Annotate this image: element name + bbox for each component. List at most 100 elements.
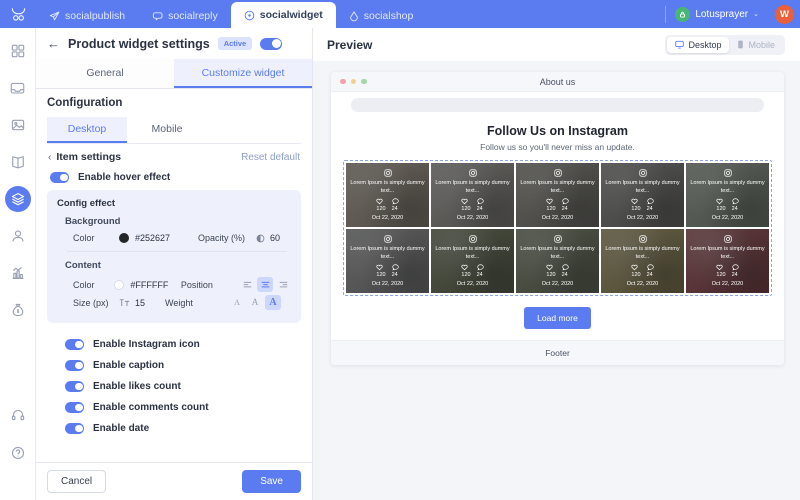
cancel-button[interactable]: Cancel xyxy=(47,470,107,493)
align-left-icon[interactable] xyxy=(239,277,255,292)
comment-icon xyxy=(646,264,654,271)
tile-caption: Lorem Ipsum is simply dummy text... xyxy=(690,180,765,194)
sidebar-item-analytics-icon[interactable] xyxy=(5,260,31,286)
lock-icon xyxy=(675,6,691,22)
app-logo[interactable] xyxy=(0,0,36,28)
tab-general[interactable]: General xyxy=(36,59,174,88)
enable-likes-count-toggle[interactable] xyxy=(65,381,84,392)
enable-caption-toggle[interactable] xyxy=(65,360,84,371)
preview-header: Preview Desktop Mobile xyxy=(313,28,800,61)
background-group-label: Background xyxy=(65,216,121,227)
nav-tab-socialpublish[interactable]: socialpublish xyxy=(36,4,138,28)
sidebar-item-headset-icon[interactable] xyxy=(5,402,31,428)
weight-bold-icon[interactable]: A xyxy=(265,295,282,310)
device-desktop-button[interactable]: Desktop xyxy=(667,36,730,53)
sidebar-item-dashboard-icon[interactable] xyxy=(5,38,31,64)
subtab-mobile[interactable]: Mobile xyxy=(127,117,207,143)
size-value[interactable]: 15 xyxy=(135,298,145,308)
widget-active-toggle[interactable] xyxy=(260,37,283,50)
opacity-value[interactable]: 60 xyxy=(270,233,280,243)
tile-caption: Lorem Ipsum is simply dummy text... xyxy=(350,180,425,194)
instagram-tile[interactable]: Lorem Ipsum is simply dummy text... 120 … xyxy=(346,229,429,293)
back-arrow-icon[interactable]: ← xyxy=(47,37,60,50)
instagram-tile[interactable]: Lorem Ipsum is simply dummy text... 120 … xyxy=(601,163,684,227)
tile-stats: 120 24 xyxy=(461,198,484,212)
nav-tab-socialreply[interactable]: socialreply xyxy=(138,4,231,28)
instagram-icon xyxy=(723,169,732,177)
chevron-left-icon[interactable]: ‹ xyxy=(48,152,51,163)
tile-stats: 120 24 xyxy=(546,198,569,212)
load-more-wrapper: Load more xyxy=(331,296,784,340)
nav-tab-socialwidget[interactable]: socialwidget xyxy=(230,2,336,28)
sidebar-bottom-group xyxy=(0,402,36,478)
weight-label: Weight xyxy=(165,297,193,308)
instagram-tile[interactable]: Lorem Ipsum is simply dummy text... 120 … xyxy=(516,229,599,293)
configuration-heading: Configuration xyxy=(47,97,123,109)
sidebar-item-help-icon[interactable] xyxy=(5,440,31,466)
phone-icon xyxy=(737,40,744,49)
instagram-icon xyxy=(638,235,647,243)
save-button[interactable]: Save xyxy=(242,470,301,493)
background-color-value[interactable]: #252627 xyxy=(135,233,170,243)
card-divider xyxy=(67,251,287,252)
tile-overlay: Lorem Ipsum is simply dummy text... 120 … xyxy=(601,229,684,293)
tile-date: Oct 22, 2020 xyxy=(456,280,489,287)
heart-icon xyxy=(376,264,385,271)
heart-icon xyxy=(461,264,470,271)
tile-date: Oct 22, 2020 xyxy=(626,214,659,221)
instagram-tile[interactable]: Lorem Ipsum is simply dummy text... 120 … xyxy=(516,163,599,227)
reset-default-link[interactable]: Reset default xyxy=(241,152,300,163)
device-mobile-button[interactable]: Mobile xyxy=(729,37,783,53)
instagram-tile[interactable]: Lorem Ipsum is simply dummy text... 120 … xyxy=(686,163,769,227)
background-color-label: Color xyxy=(73,233,95,243)
content-color-swatch[interactable] xyxy=(114,279,125,290)
enable-comments-count-toggle[interactable] xyxy=(65,402,84,413)
paper-plane-icon xyxy=(49,11,60,22)
instagram-tile[interactable]: Lorem Ipsum is simply dummy text... 120 … xyxy=(601,229,684,293)
size-label: Size (px) xyxy=(73,297,109,308)
instagram-tile[interactable]: Lorem Ipsum is simply dummy text... 120 … xyxy=(431,229,514,293)
comment-icon xyxy=(561,198,569,205)
tile-caption: Lorem Ipsum is simply dummy text... xyxy=(520,246,595,260)
tile-overlay: Lorem Ipsum is simply dummy text... 120 … xyxy=(686,229,769,293)
placeholder-header-bar xyxy=(351,98,764,112)
background-color-swatch[interactable] xyxy=(119,233,129,243)
tile-date: Oct 22, 2020 xyxy=(541,214,574,221)
account-menu[interactable]: Lotusprayer ⌄ xyxy=(666,0,768,28)
instagram-tile[interactable]: Lorem Ipsum is simply dummy text... 120 … xyxy=(686,229,769,293)
content-color-value[interactable]: #FFFFFF xyxy=(130,280,168,290)
load-more-button[interactable]: Load more xyxy=(524,307,591,329)
enable-hover-effect-toggle[interactable] xyxy=(50,172,69,183)
comment-icon xyxy=(731,264,739,271)
nav-tab-socialshop[interactable]: socialshop xyxy=(336,4,427,28)
tile-likes: 120 xyxy=(376,264,386,278)
instagram-tile[interactable]: Lorem Ipsum is simply dummy text... 120 … xyxy=(346,163,429,227)
tile-comments: 24 xyxy=(562,198,569,212)
subtab-desktop[interactable]: Desktop xyxy=(47,117,127,143)
sidebar-item-inbox-icon[interactable] xyxy=(5,75,31,101)
sidebar-item-image-icon[interactable] xyxy=(5,112,31,138)
tab-customize-widget[interactable]: Customize widget xyxy=(174,59,312,88)
weight-regular-icon[interactable]: A xyxy=(247,295,263,310)
align-right-icon[interactable] xyxy=(275,277,291,292)
account-name: Lotusprayer xyxy=(695,8,749,20)
widget-title: Follow Us on Instagram xyxy=(487,124,628,138)
sidebar-item-money-bag-icon[interactable] xyxy=(5,297,31,323)
comment-icon xyxy=(391,198,399,205)
heart-icon xyxy=(716,198,725,205)
sidebar-item-book-icon[interactable] xyxy=(5,149,31,175)
sidebar-item-user-icon[interactable] xyxy=(5,223,31,249)
instagram-tile[interactable]: Lorem Ipsum is simply dummy text... 120 … xyxy=(431,163,514,227)
sidebar-item-layers-icon[interactable] xyxy=(4,186,31,212)
avatar[interactable]: W xyxy=(775,4,794,24)
browser-titlebar: About us xyxy=(331,72,784,92)
enable-date-toggle[interactable] xyxy=(65,423,84,434)
feature-toggle-list: Enable Instagram icon Enable caption Ena… xyxy=(47,334,301,439)
tile-date: Oct 22, 2020 xyxy=(626,280,659,287)
weight-light-icon[interactable]: A xyxy=(229,295,245,310)
tile-likes: 120 xyxy=(376,198,386,212)
weight-segmented-control: A A A xyxy=(229,295,282,310)
enable-instagram-icon-toggle[interactable] xyxy=(65,339,84,350)
align-center-icon[interactable] xyxy=(257,277,274,292)
tile-overlay: Lorem Ipsum is simply dummy text... 120 … xyxy=(431,163,514,227)
